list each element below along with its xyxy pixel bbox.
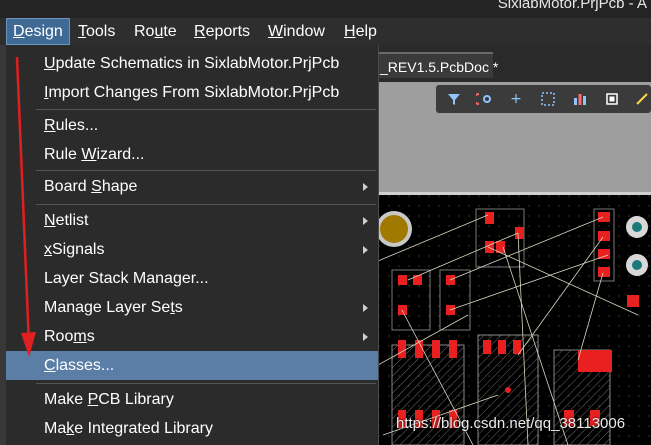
menu-label: Help [344, 23, 377, 40]
menu-item-netlist[interactable]: Netlist [6, 206, 378, 235]
menu-label: Tools [78, 23, 116, 40]
filter-icon[interactable] [444, 89, 464, 109]
menu-item-label: Manage Layer Sets [44, 299, 183, 316]
menu-item-label: Update Schematics in SixlabMotor.PrjPcb [44, 55, 340, 72]
menu-item-update-schematics[interactable]: Update Schematics in SixlabMotor.PrjPcb [6, 49, 378, 78]
component-icon[interactable] [602, 89, 622, 109]
chart-bars-icon[interactable] [570, 89, 590, 109]
menu-label: Design [13, 23, 63, 40]
document-tab-bar: _REV1.5.PcbDoc * [378, 45, 651, 82]
pcb-drawing [378, 195, 651, 445]
submenu-arrow-icon [363, 333, 368, 341]
pcb-canvas[interactable]: https://blog.csdn.net/qq_38113006 [378, 195, 651, 445]
menu-separator [36, 204, 376, 205]
design-menu-dropdown: Update Schematics in SixlabMotor.PrjPcb … [6, 45, 379, 445]
window-title-bar: SixlabMotor.PrjPcb - A [0, 0, 651, 18]
submenu-arrow-icon [363, 246, 368, 254]
menu-bar: Design Tools Route Reports Window Help [0, 18, 651, 45]
menu-item-board-shape[interactable]: Board Shape [6, 172, 378, 201]
submenu-arrow-icon [363, 217, 368, 225]
menu-item-label: Layer Stack Manager... [44, 270, 209, 287]
menu-item-classes[interactable]: Classes... [6, 351, 378, 380]
annotation-arrow-icon [15, 56, 36, 357]
menu-item-import-changes[interactable]: Import Changes From SixlabMotor.PrjPcb [6, 78, 378, 107]
menu-separator [36, 170, 376, 171]
menu-window[interactable]: Window [262, 18, 336, 45]
menu-item-make-integrated-library[interactable]: Make Integrated Library [6, 414, 378, 443]
window-title: SixlabMotor.PrjPcb - A [497, 0, 647, 12]
menu-reports[interactable]: Reports [188, 18, 260, 45]
menu-separator [36, 383, 376, 384]
menu-label: Reports [194, 23, 251, 40]
submenu-arrow-icon [363, 304, 368, 312]
menu-label: Route [134, 23, 177, 40]
menu-route[interactable]: Route [128, 18, 186, 45]
menu-item-rooms[interactable]: Rooms [6, 322, 378, 351]
menu-item-make-pcb-library[interactable]: Make PCB Library [6, 385, 378, 414]
add-icon[interactable]: + [506, 89, 526, 109]
menu-item-rules[interactable]: Rules... [6, 111, 378, 140]
line-icon[interactable] [632, 89, 651, 109]
pcb-active-bar: + [436, 85, 651, 113]
submenu-arrow-icon [363, 183, 368, 191]
menu-item-xsignals[interactable]: xSignals [6, 235, 378, 264]
menu-item-rule-wizard[interactable]: Rule Wizard... [6, 140, 378, 169]
menu-item-label: Import Changes From SixlabMotor.PrjPcb [44, 84, 340, 101]
document-tab[interactable]: _REV1.5.PcbDoc * [378, 52, 498, 78]
menu-item-label: Make PCB Library [44, 391, 174, 408]
menu-item-layer-stack-manager[interactable]: Layer Stack Manager... [6, 264, 378, 293]
menu-help[interactable]: Help [338, 18, 386, 45]
menu-tools[interactable]: Tools [72, 18, 128, 45]
menu-item-label: Make Integrated Library [44, 420, 213, 437]
menu-item-manage-layer-sets[interactable]: Manage Layer Sets [6, 293, 378, 322]
menu-design[interactable]: Design [6, 18, 70, 45]
menu-separator [36, 109, 376, 110]
watermark-text: https://blog.csdn.net/qq_38113006 [396, 415, 626, 432]
interactive-route-icon[interactable] [474, 89, 494, 109]
select-rect-icon[interactable] [538, 89, 558, 109]
menu-label: Window [268, 23, 325, 40]
